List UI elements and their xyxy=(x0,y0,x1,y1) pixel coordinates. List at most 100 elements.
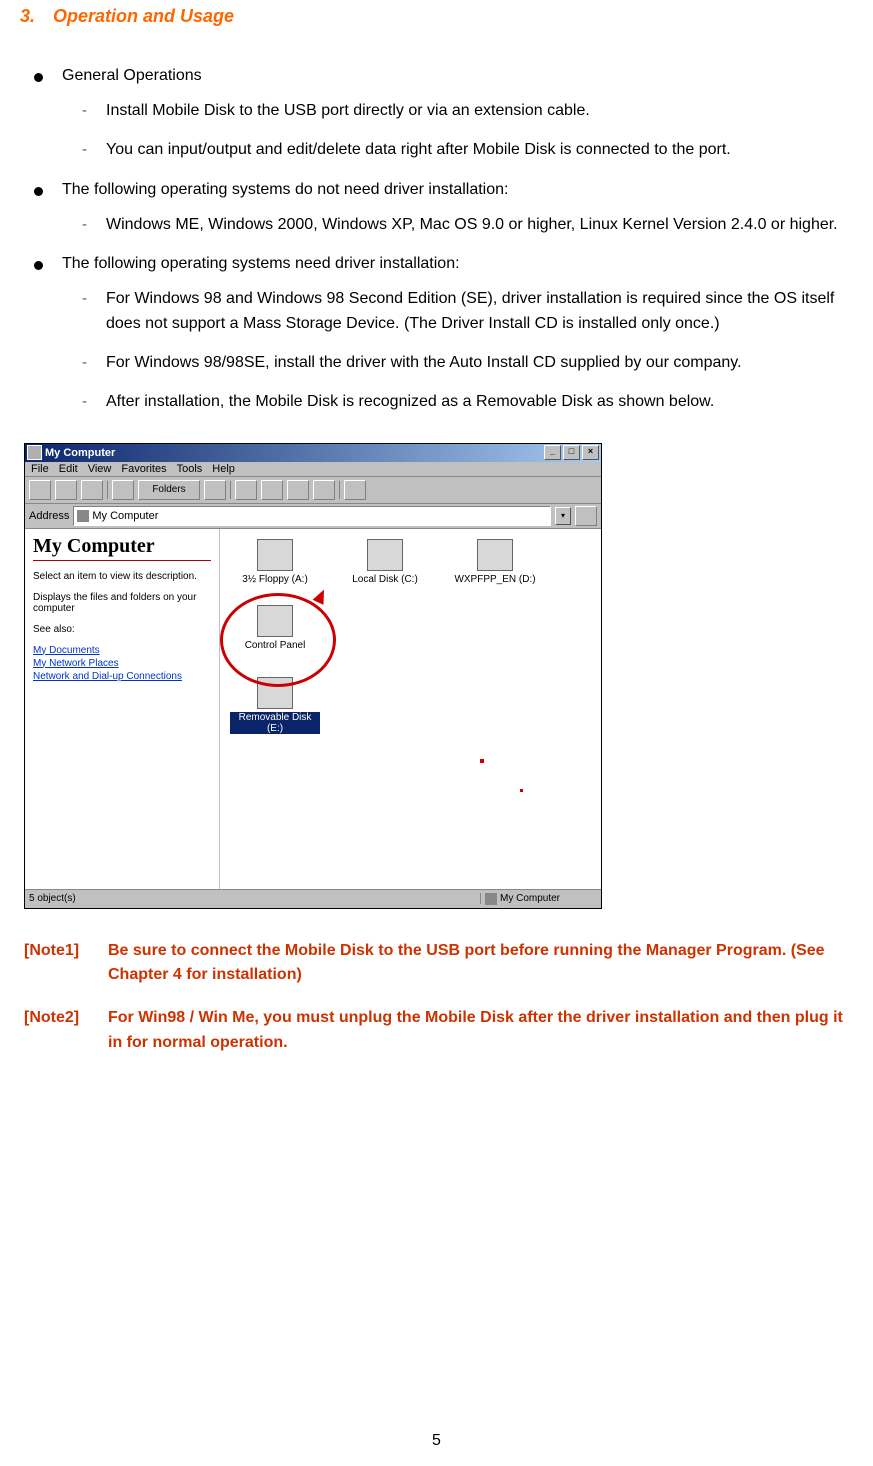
status-right-text: My Computer xyxy=(500,893,560,904)
bullet-text: General Operations xyxy=(62,67,202,84)
address-label: Address xyxy=(29,510,69,522)
address-bar: Address My Computer ▾ xyxy=(25,504,601,529)
folders-button[interactable]: Folders xyxy=(138,480,200,500)
bullet-no-driver: The following operating systems do not n… xyxy=(20,181,861,199)
drive-cd-d[interactable]: WXPFPP_EN (D:) xyxy=(450,539,540,585)
close-button[interactable]: × xyxy=(582,445,599,460)
menu-tools[interactable]: Tools xyxy=(177,463,203,475)
sub-item: - Windows ME, Windows 2000, Windows XP, … xyxy=(20,213,861,238)
dash-icon: - xyxy=(82,99,87,122)
page-number: 5 xyxy=(0,1432,873,1450)
dash-icon: - xyxy=(82,213,87,236)
toolbar-separator xyxy=(339,481,340,499)
window-my-computer: My Computer _ □ × File Edit View Favorit… xyxy=(24,443,602,909)
delete-button[interactable] xyxy=(287,480,309,500)
icon-label: WXPFPP_EN (D:) xyxy=(450,574,540,585)
annotation-dot xyxy=(520,789,523,792)
dash-icon: - xyxy=(82,138,87,161)
menu-edit[interactable]: Edit xyxy=(59,463,78,475)
bullet-general-operations: General Operations xyxy=(20,67,861,85)
menubar: File Edit View Favorites Tools Help xyxy=(25,462,601,477)
note-text: For Win98 / Win Me, you must unplug the … xyxy=(108,1006,857,1056)
menu-favorites[interactable]: Favorites xyxy=(121,463,166,475)
screenshot-figure: My Computer _ □ × File Edit View Favorit… xyxy=(24,443,861,909)
sub-item: - You can input/output and edit/delete d… xyxy=(20,138,861,163)
sub-text: You can input/output and edit/delete dat… xyxy=(106,141,731,158)
sub-item: - After installation, the Mobile Disk is… xyxy=(20,390,861,415)
left-pane: My Computer Select an item to view its d… xyxy=(25,529,220,889)
link-my-network-places[interactable]: My Network Places xyxy=(33,658,211,669)
sub-text: For Windows 98 and Windows 98 Second Edi… xyxy=(106,290,834,332)
search-button[interactable] xyxy=(112,480,134,500)
toolbar-separator xyxy=(230,481,231,499)
sub-item: - For Windows 98 and Windows 98 Second E… xyxy=(20,287,861,337)
copy-to-button[interactable] xyxy=(261,480,283,500)
section-title-text: Operation and Usage xyxy=(53,6,234,26)
address-field[interactable]: My Computer xyxy=(73,506,551,526)
note-text: Be sure to connect the Mobile Disk to th… xyxy=(108,939,857,989)
drive-floppy[interactable]: 3½ Floppy (A:) xyxy=(230,539,320,585)
drive-local-c[interactable]: Local Disk (C:) xyxy=(340,539,430,585)
address-dropdown[interactable]: ▾ xyxy=(555,507,571,525)
sub-text: Windows ME, Windows 2000, Windows XP, Ma… xyxy=(106,216,838,233)
floppy-icon xyxy=(257,539,293,571)
dash-icon: - xyxy=(82,287,87,310)
icon-label: Removable Disk (E:) xyxy=(230,712,320,734)
titlebar: My Computer _ □ × xyxy=(25,444,601,462)
address-value: My Computer xyxy=(92,510,158,522)
maximize-button[interactable]: □ xyxy=(563,445,580,460)
sub-text: After installation, the Mobile Disk is r… xyxy=(106,393,714,410)
annotation-circle xyxy=(220,593,336,687)
computer-icon xyxy=(77,510,89,522)
right-pane: 3½ Floppy (A:) Local Disk (C:) WXPFPP_EN… xyxy=(220,529,601,889)
forward-button[interactable] xyxy=(55,480,77,500)
note-label: [Note1] xyxy=(24,939,108,989)
sub-text: Install Mobile Disk to the USB port dire… xyxy=(106,102,590,119)
client-area: My Computer Select an item to view its d… xyxy=(25,529,601,889)
toolbar: Folders xyxy=(25,477,601,504)
section-number: 3. xyxy=(20,6,48,27)
bullet-icon xyxy=(34,187,43,196)
dash-icon: - xyxy=(82,390,87,413)
menu-file[interactable]: File xyxy=(31,463,49,475)
link-my-documents[interactable]: My Documents xyxy=(33,645,211,656)
left-pane-line2: Displays the files and folders on your c… xyxy=(33,592,211,614)
bullet-icon xyxy=(34,261,43,270)
minimize-button[interactable]: _ xyxy=(544,445,561,460)
annotation-dot xyxy=(480,759,484,763)
left-pane-line1: Select an item to view its description. xyxy=(33,571,211,582)
computer-icon xyxy=(485,893,497,905)
bullet-text: The following operating systems need dri… xyxy=(62,255,460,272)
note-1: [Note1] Be sure to connect the Mobile Di… xyxy=(24,939,857,989)
bullet-need-driver: The following operating systems need dri… xyxy=(20,255,861,273)
section-heading: 3. Operation and Usage xyxy=(20,6,861,27)
cd-icon xyxy=(477,539,513,571)
hdd-icon xyxy=(367,539,403,571)
menu-help[interactable]: Help xyxy=(212,463,235,475)
link-network-dialup[interactable]: Network and Dial-up Connections xyxy=(33,671,211,682)
sub-text: For Windows 98/98SE, install the driver … xyxy=(106,354,742,371)
window-title: My Computer xyxy=(45,447,542,459)
document-page: 3. Operation and Usage General Operation… xyxy=(0,6,873,1466)
left-pane-title: My Computer xyxy=(33,535,211,561)
status-right: My Computer xyxy=(481,893,601,905)
sub-item: - For Windows 98/98SE, install the drive… xyxy=(20,351,861,376)
up-button[interactable] xyxy=(81,480,103,500)
left-pane-see-also: See also: xyxy=(33,624,211,635)
window-icon xyxy=(27,445,42,460)
status-left: 5 object(s) xyxy=(25,893,481,904)
note-label: [Note2] xyxy=(24,1006,108,1056)
bullet-icon xyxy=(34,73,43,82)
back-button[interactable] xyxy=(29,480,51,500)
statusbar: 5 object(s) My Computer xyxy=(25,889,601,908)
icon-label: Local Disk (C:) xyxy=(340,574,430,585)
note-2: [Note2] For Win98 / Win Me, you must unp… xyxy=(24,1006,857,1056)
sub-item: - Install Mobile Disk to the USB port di… xyxy=(20,99,861,124)
go-button[interactable] xyxy=(575,506,597,526)
history-button[interactable] xyxy=(204,480,226,500)
undo-button[interactable] xyxy=(313,480,335,500)
menu-view[interactable]: View xyxy=(88,463,112,475)
move-to-button[interactable] xyxy=(235,480,257,500)
icon-label: 3½ Floppy (A:) xyxy=(230,574,320,585)
views-button[interactable] xyxy=(344,480,366,500)
